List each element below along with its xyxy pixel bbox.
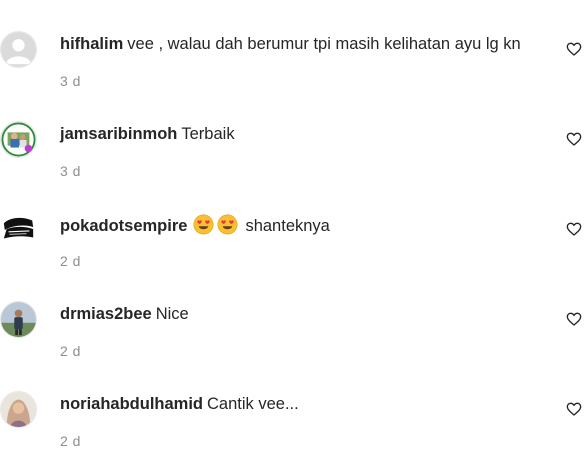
comment-text: vee , walau dah berumur tpi masih keliha…: [127, 35, 521, 53]
avatar[interactable]: [0, 121, 37, 158]
comment-item: hifhalim vee , walau dah berumur tpi masi…: [0, 0, 586, 89]
comment-timestamp[interactable]: 3 d: [60, 163, 81, 179]
comment-item: jamsaribinmoh Terbaik 3 d: [0, 90, 586, 179]
comment-timestamp[interactable]: 2 d: [60, 253, 81, 269]
comment-timestamp[interactable]: 3 d: [60, 73, 81, 89]
comment-text: shanteknya: [245, 217, 330, 235]
heart-outline-icon[interactable]: [566, 221, 582, 237]
heart-eyes-emoji-icon: [217, 214, 238, 235]
comment-item: pokadotsempire shanteknya 2 d: [0, 180, 586, 269]
comment-line: pokadotsempire shanteknya: [60, 214, 330, 236]
comment-timestamp[interactable]: 2 d: [60, 343, 81, 359]
default-avatar-icon[interactable]: [0, 31, 37, 68]
heart-outline-icon[interactable]: [566, 311, 582, 327]
heart-outline-icon[interactable]: [566, 401, 582, 417]
comment-list: hifhalim vee , walau dah berumur tpi masi…: [0, 0, 586, 475]
comment-line: noriahabdulhamid Cantik vee...: [60, 394, 299, 414]
comment-text: Terbaik: [181, 125, 235, 143]
heart-outline-icon[interactable]: [566, 41, 582, 57]
comment-text: Cantik vee...: [207, 395, 299, 413]
comment-line: drmias2bee Nice: [60, 304, 189, 324]
avatar[interactable]: [0, 301, 37, 338]
comment-timestamp[interactable]: 2 d: [60, 433, 81, 449]
heart-outline-icon[interactable]: [566, 131, 582, 147]
avatar[interactable]: [0, 211, 37, 248]
comment-username[interactable]: noriahabdulhamid: [60, 395, 203, 413]
comment-item: drmias2bee Nice 2 d: [0, 270, 586, 359]
heart-eyes-emoji-icon: [193, 214, 214, 235]
comment-username[interactable]: hifhalim: [60, 35, 123, 53]
comment-username[interactable]: jamsaribinmoh: [60, 125, 177, 143]
comment-line: hifhalim vee , walau dah berumur tpi masi…: [60, 34, 521, 54]
comment-username[interactable]: pokadotsempire: [60, 217, 187, 235]
comment-item: noriahabdulhamid Cantik vee... 2 d: [0, 360, 586, 449]
avatar[interactable]: [0, 391, 37, 428]
comment-text: Nice: [155, 305, 189, 323]
comment-username[interactable]: drmias2bee: [60, 305, 152, 323]
comment-line: jamsaribinmoh Terbaik: [60, 124, 235, 144]
